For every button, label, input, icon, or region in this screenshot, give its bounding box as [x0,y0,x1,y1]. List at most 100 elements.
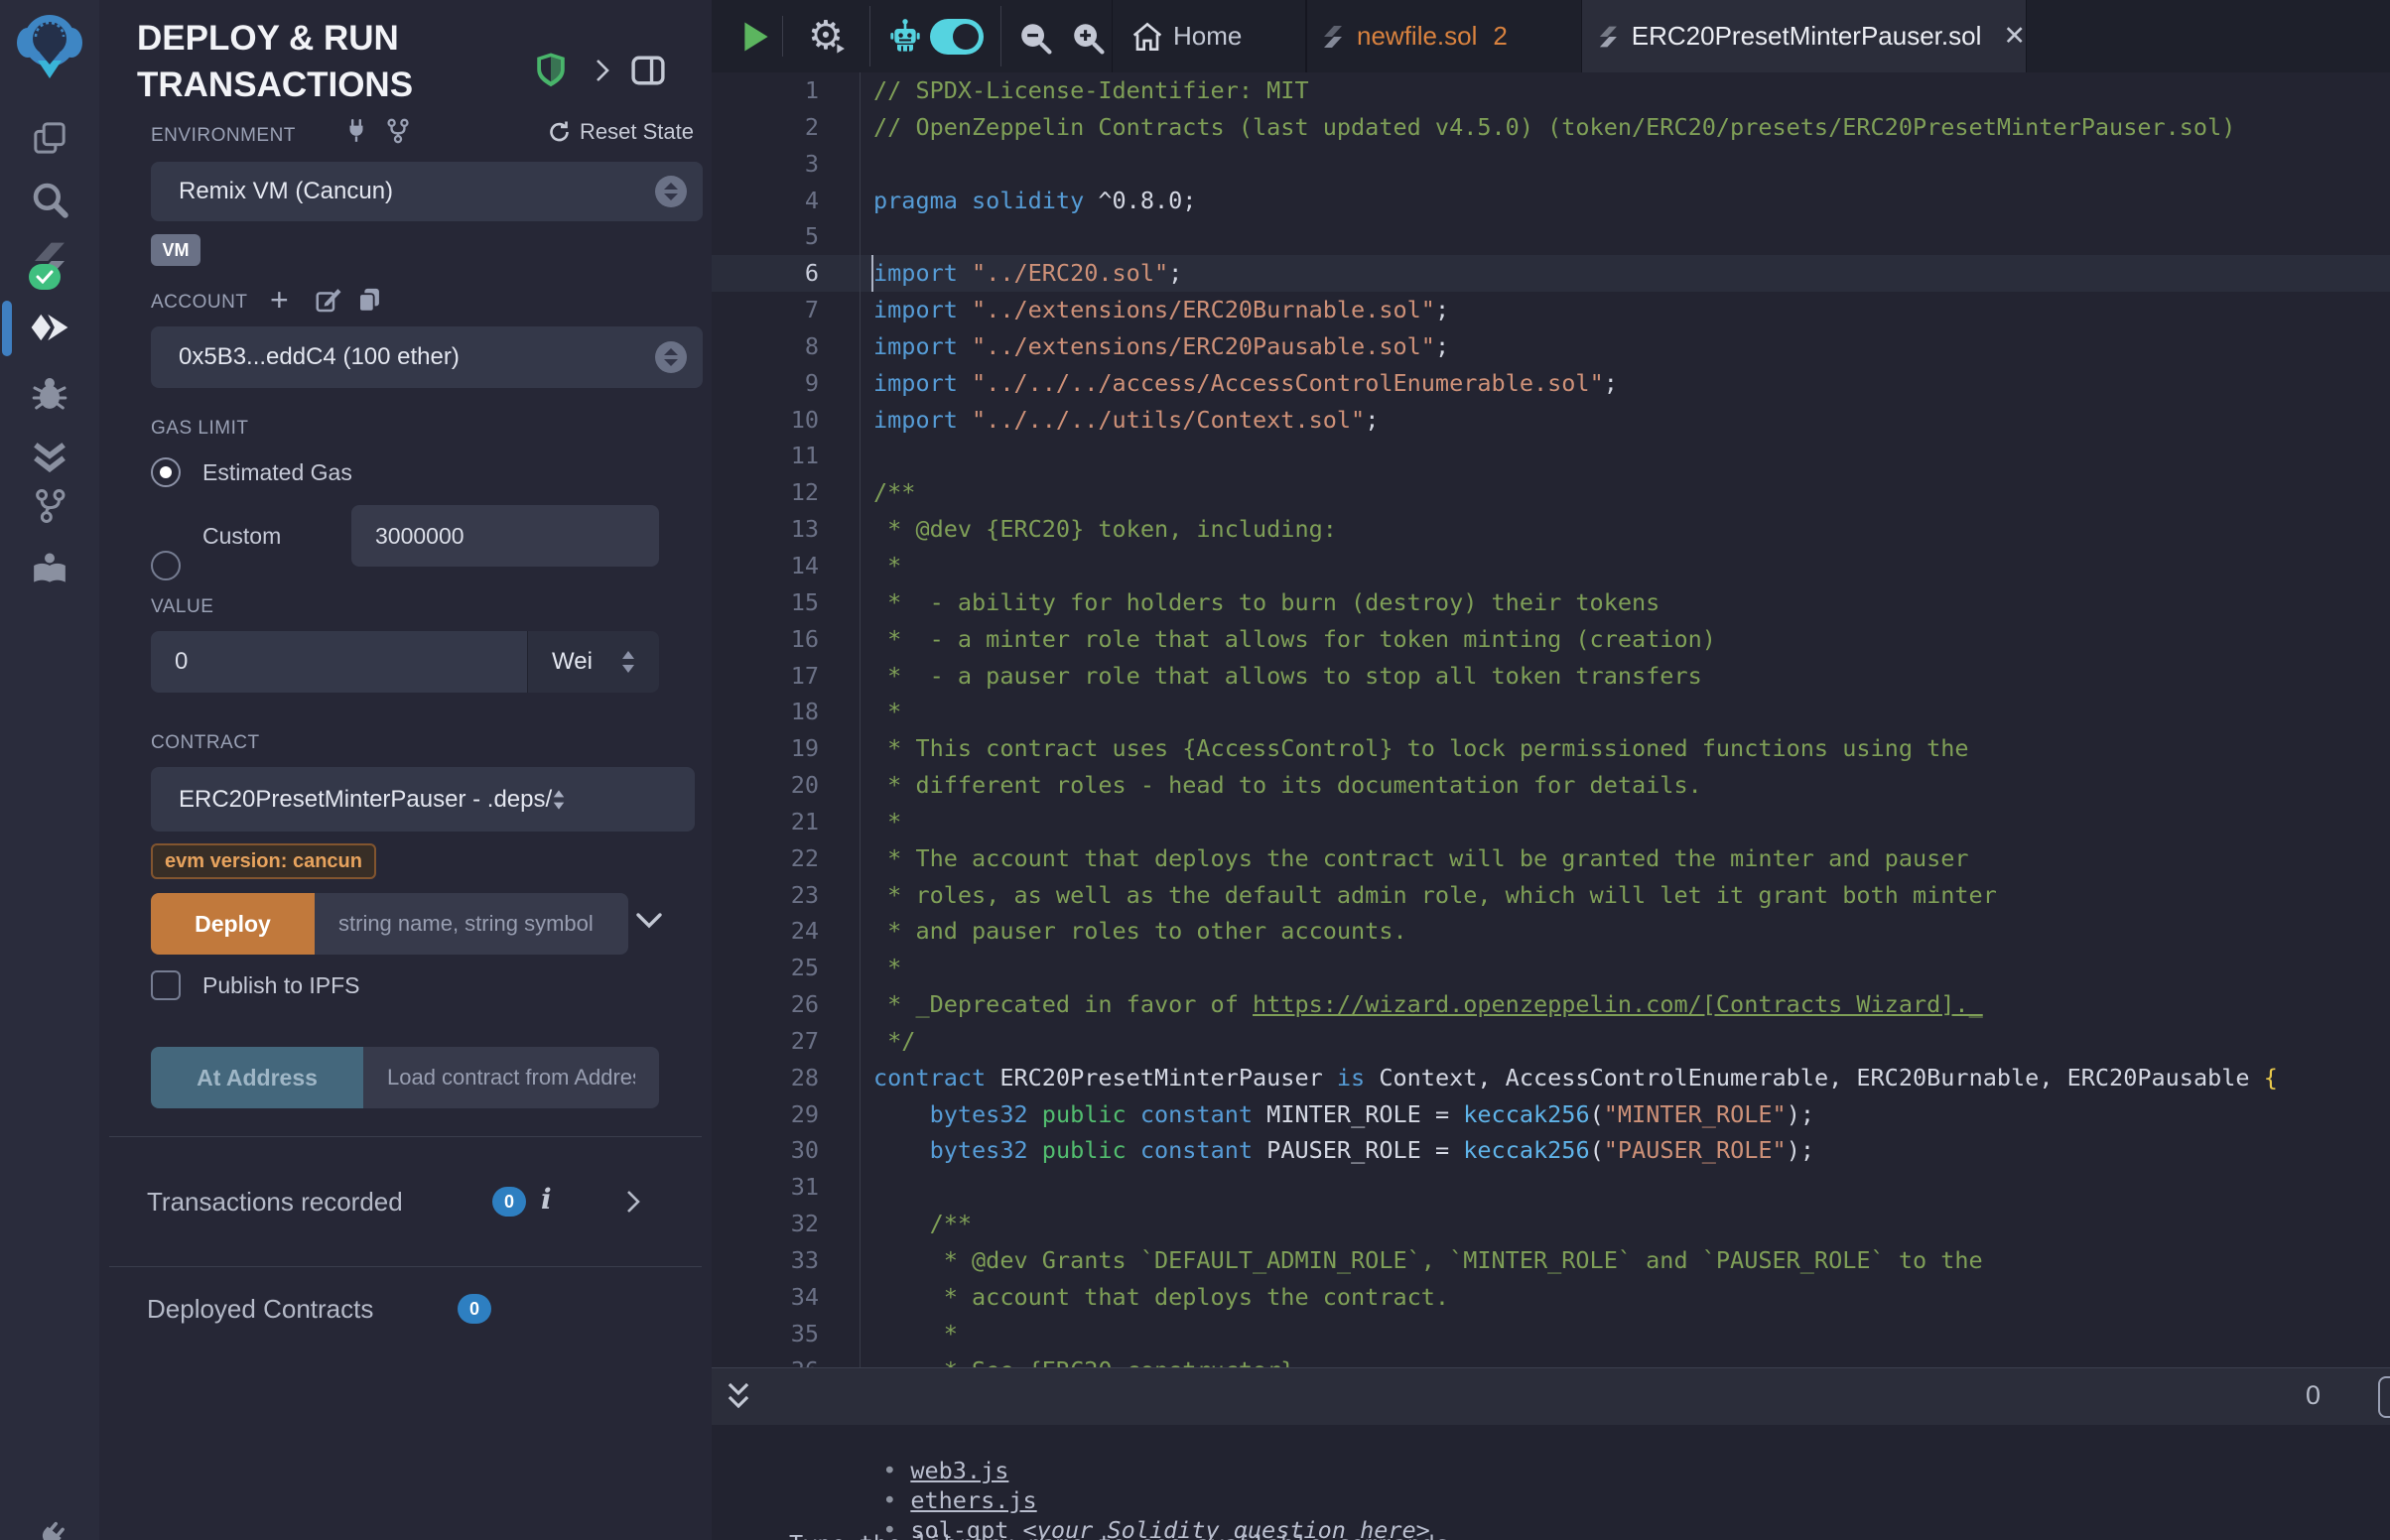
at-address-button[interactable]: At Address [151,1047,363,1108]
line-number: 35 [712,1316,819,1352]
publish-ipfs-checkbox[interactable] [151,970,181,1000]
tab-home-label: Home [1173,21,1242,52]
code-line[interactable]: 33 * @dev Grants `DEFAULT_ADMIN_ROLE`, `… [712,1242,2390,1279]
expand-deploy-chevron-icon[interactable] [635,911,663,931]
fork-state-icon[interactable] [384,117,412,145]
value-label: VALUE [151,596,213,618]
ai-toggle-switch[interactable] [930,19,984,55]
code-line[interactable]: 2// OpenZeppelin Contracts (last updated… [712,109,2390,146]
code-line[interactable]: 11 [712,438,2390,474]
code-line[interactable]: 30 bytes32 public constant PAUSER_ROLE =… [712,1132,2390,1169]
search-icon[interactable] [28,178,71,221]
pin-panel-icon[interactable] [631,56,665,85]
close-tab-icon[interactable]: ✕ [2003,21,2026,52]
deploy-and-run-icon[interactable] [28,306,71,349]
code-line[interactable]: 1// SPDX-License-Identifier: MIT [712,72,2390,109]
terminal-entry[interactable]: •ethers.js [770,1456,1037,1485]
code-line[interactable]: 12/** [712,474,2390,511]
transactions-expand-chevron-icon[interactable] [625,1189,641,1215]
code-line[interactable]: 25 * [712,950,2390,986]
code-line[interactable]: 19 * This contract uses {AccessControl} … [712,730,2390,767]
line-content: bytes32 public constant PAUSER_ROLE = ke… [873,1132,1814,1169]
line-content: * roles, as well as the default admin ro… [873,877,1997,914]
script-config-gear-icon[interactable]: ⚙ [808,14,844,58]
sign-message-icon[interactable] [314,286,343,316]
deploy-button[interactable]: Deploy [151,893,315,955]
value-unit-select[interactable]: Wei [527,631,659,693]
transactions-recorded-label: Transactions recorded [147,1187,403,1218]
section-divider [109,1136,702,1137]
custom-gas-radio[interactable] [151,551,181,580]
code-line[interactable]: 10import "../../../utils/Context.sol"; [712,402,2390,439]
code-line[interactable]: 29 bytes32 public constant MINTER_ROLE =… [712,1096,2390,1133]
contract-select[interactable]: ERC20PresetMinterPauser - .deps/ [151,767,695,832]
code-line[interactable]: 6import "../ERC20.sol"; [712,255,2390,292]
run-script-icon[interactable] [741,21,771,53]
tab-active-file[interactable]: ERC20PresetMinterPauser.sol ✕ [1581,0,2027,72]
line-number: 5 [712,218,819,255]
deploy-args-input[interactable] [315,893,628,955]
code-line[interactable]: 16 * - a minter role that allows for tok… [712,621,2390,658]
terminal-entry[interactable]: •web3.js [770,1426,1008,1456]
code-line[interactable]: 24 * and pauser roles to other accounts. [712,913,2390,950]
zoom-in-icon[interactable] [1070,20,1106,56]
file-explorer-icon[interactable] [28,116,71,160]
code-line[interactable]: 5 [712,218,2390,255]
code-line[interactable]: 7import "../extensions/ERC20Burnable.sol… [712,292,2390,328]
custom-gas-input[interactable] [351,505,659,567]
tab-home[interactable]: Home [1112,0,1307,72]
tab-newfile[interactable]: newfile.sol 2 [1305,0,1583,72]
debugger-icon[interactable] [28,371,71,415]
code-line[interactable]: 8import "../extensions/ERC20Pausable.sol… [712,328,2390,365]
code-line[interactable]: 34 * account that deploys the contract. [712,1279,2390,1316]
code-line[interactable]: 20 * different roles - head to its docum… [712,767,2390,804]
static-analysis-icon[interactable] [28,435,71,478]
code-line[interactable]: 26 * _Deprecated in favor of https://wiz… [712,986,2390,1023]
environment-select[interactable]: Remix VM (Cancun) [151,162,703,221]
code-line[interactable]: 36 * See {ERC20-constructor}. [712,1352,2390,1367]
code-line[interactable]: 28contract ERC20PresetMinterPauser is Co… [712,1060,2390,1096]
copy-account-icon[interactable] [355,285,383,315]
code-line[interactable]: 13 * @dev {ERC20} token, including: [712,511,2390,548]
code-line[interactable]: 32 /** [712,1206,2390,1242]
remix-logo-icon[interactable] [14,9,85,80]
code-line[interactable]: 17 * - a pauser role that allows to stop… [712,658,2390,695]
terminal-output[interactable]: •web3.js •ethers.js •sol-gpt <your Solid… [712,1425,2390,1540]
terminal-search-box[interactable] [2378,1376,2390,1418]
git-icon[interactable] [28,484,71,528]
line-number: 23 [712,877,819,914]
code-line[interactable]: 15 * - ability for holders to burn (dest… [712,584,2390,621]
code-editor[interactable]: 1// SPDX-License-Identifier: MIT2// Open… [712,72,2390,1367]
account-select[interactable]: 0x5B3...eddC4 (100 ether) [151,326,703,388]
zoom-out-icon[interactable] [1017,20,1053,56]
collapse-chevron-icon[interactable] [595,58,610,83]
reset-state-button[interactable]: Reset State [548,119,694,145]
code-line[interactable]: 35 * [712,1316,2390,1352]
plug-icon[interactable] [343,117,369,145]
plugin-connector-icon[interactable] [28,1516,71,1540]
code-line[interactable]: 18 * [712,694,2390,730]
code-line[interactable]: 21 * [712,804,2390,840]
estimated-gas-radio[interactable] [151,457,181,487]
terminal-entry[interactable]: •sol-gpt <your Solidity question here> [770,1485,1430,1515]
code-line[interactable]: 9import "../../../access/AccessControlEn… [712,365,2390,402]
code-line[interactable]: 23 * roles, as well as the default admin… [712,877,2390,914]
code-line[interactable]: 31 [712,1169,2390,1206]
ai-assistant-robot-icon[interactable] [889,17,921,57]
gutter-divider [860,72,861,1367]
expand-terminal-icon[interactable] [726,1381,751,1413]
at-address-input[interactable] [363,1047,659,1108]
code-line[interactable]: 3 [712,146,2390,183]
line-content: /** [873,1206,972,1242]
value-input[interactable] [151,631,527,693]
line-content: import "../../../utils/Context.sol"; [873,402,1379,439]
code-line[interactable]: 4pragma solidity ^0.8.0; [712,183,2390,219]
line-number: 7 [712,292,819,328]
code-line[interactable]: 22 * The account that deploys the contra… [712,840,2390,877]
learneth-icon[interactable] [28,549,71,592]
code-line[interactable]: 27 */ [712,1023,2390,1060]
code-line[interactable]: 14 * [712,548,2390,584]
add-account-icon[interactable]: + [270,282,289,319]
transactions-info-icon[interactable]: i [541,1183,552,1216]
terminal-header[interactable]: 0 [712,1367,2390,1426]
